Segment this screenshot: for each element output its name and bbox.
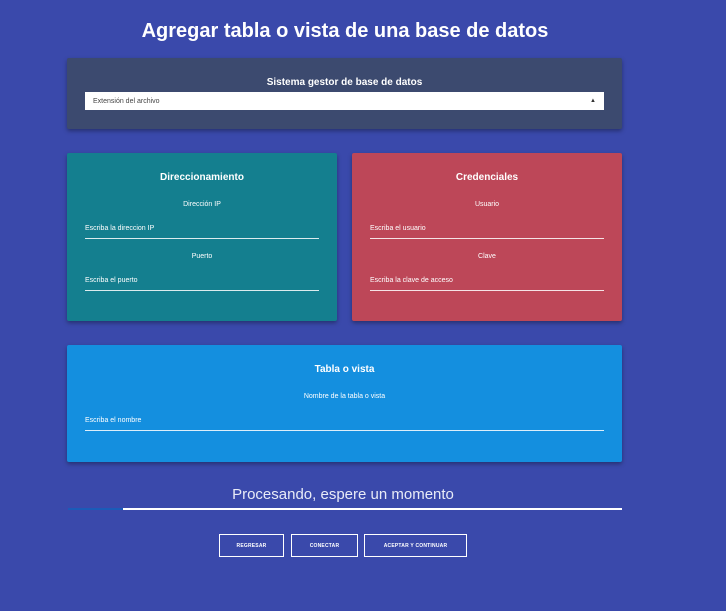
select-arrows-icon: ▲ bbox=[590, 98, 596, 104]
accept-continue-button[interactable]: ACEPTAR Y CONTINUAR bbox=[364, 534, 467, 557]
password-label: Clave bbox=[478, 253, 496, 260]
port-input[interactable]: Escriba el puerto bbox=[85, 275, 319, 291]
connect-button[interactable]: CONECTAR bbox=[291, 534, 358, 557]
dbms-select[interactable]: Extensión del archivo ▲ bbox=[85, 92, 604, 110]
user-placeholder: Escriba el usuario bbox=[370, 225, 426, 232]
password-input[interactable]: Escriba la clave de acceso bbox=[370, 275, 604, 291]
credentials-card-title: Credenciales bbox=[455, 172, 519, 183]
progress-bar bbox=[68, 508, 622, 510]
addressing-card-title: Direccionamiento bbox=[160, 172, 244, 183]
dbms-card: Sistema gestor de base de datos Extensió… bbox=[67, 58, 622, 129]
progress-text: Procesando, espere un momento bbox=[232, 486, 454, 503]
port-placeholder: Escriba el puerto bbox=[85, 277, 138, 284]
port-label: Puerto bbox=[191, 253, 213, 260]
dbms-card-title: Sistema gestor de base de datos bbox=[266, 77, 423, 88]
table-name-label: Nombre de la tabla o vista bbox=[303, 393, 386, 400]
table-name-input[interactable]: Escriba el nombre bbox=[85, 415, 604, 431]
ip-label: Dirección IP bbox=[183, 201, 221, 208]
user-label: Usuario bbox=[474, 201, 500, 208]
ip-input[interactable]: Escriba la direccion IP bbox=[85, 223, 319, 239]
progress-bar-fill bbox=[68, 508, 124, 510]
back-button[interactable]: REGRESAR bbox=[219, 534, 284, 557]
user-input[interactable]: Escriba el usuario bbox=[370, 223, 604, 239]
ip-placeholder: Escriba la direccion IP bbox=[85, 225, 155, 232]
addressing-card: Direccionamiento Dirección IP Escriba la… bbox=[67, 153, 337, 321]
table-name-placeholder: Escriba el nombre bbox=[85, 417, 142, 424]
credentials-card: Credenciales Usuario Escriba el usuario … bbox=[352, 153, 622, 321]
page-title: Agregar tabla o vista de una base de dat… bbox=[141, 20, 549, 42]
table-card-title: Tabla o vista bbox=[314, 364, 375, 375]
dbms-select-value: Extensión del archivo bbox=[93, 97, 160, 105]
password-placeholder: Escriba la clave de acceso bbox=[370, 277, 453, 284]
table-card: Tabla o vista Nombre de la tabla o vista… bbox=[67, 345, 622, 462]
